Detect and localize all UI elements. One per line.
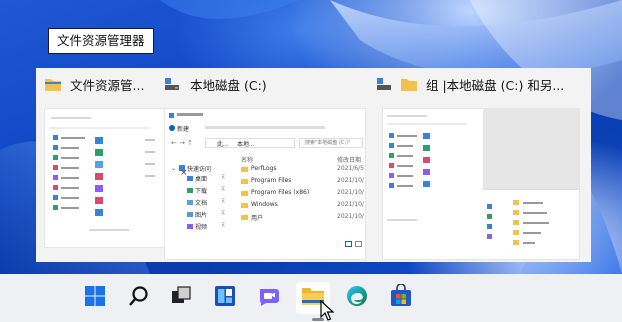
breadcrumb-item: 本地... xyxy=(237,141,255,148)
store-icon xyxy=(389,283,413,312)
quick-access-label: 快速访问 xyxy=(187,166,212,173)
widgets-icon xyxy=(214,285,236,311)
start-button[interactable] xyxy=(78,282,112,314)
edge-icon xyxy=(345,284,369,312)
thumbnail-title: 文件资源管... xyxy=(70,77,145,93)
edge-button[interactable] xyxy=(340,282,374,314)
thumbnail-image-group xyxy=(382,108,580,260)
search-icon xyxy=(128,285,150,311)
store-button[interactable] xyxy=(384,282,418,314)
windows-logo-icon xyxy=(84,285,106,311)
breadcrumb-item: 此... xyxy=(217,141,229,148)
thumbnail-card-3[interactable]: 组 |本地磁盘 (C:) 和另... xyxy=(376,68,591,262)
file-explorer-icon xyxy=(44,76,62,92)
file-row-name: PerfLogs xyxy=(251,165,277,172)
folder-icon xyxy=(400,76,418,92)
file-row-name: Windows xyxy=(251,201,278,208)
mouse-cursor-icon xyxy=(320,299,335,322)
drive-icon xyxy=(164,76,182,92)
chat-button[interactable] xyxy=(252,282,286,314)
task-view-button[interactable] xyxy=(164,282,198,314)
thumbnail-card-2[interactable]: 本地磁盘 (C:) 新建 ← → ↑ 此... 本地... 搜索"本地磁盘 (C… xyxy=(164,68,374,262)
file-row-name: Program Files xyxy=(251,177,292,184)
teams-chat-icon xyxy=(257,285,281,311)
thumbnail-image-drive-c: 新建 ← → ↑ 此... 本地... 搜索"本地磁盘 (C:)" 名称 修改日… xyxy=(164,108,366,260)
nav-item: 桌面 xyxy=(195,176,208,183)
search-button[interactable] xyxy=(122,282,156,314)
close-thumbnail-button[interactable]: × xyxy=(180,168,188,178)
file-row-name: 用户 xyxy=(251,215,264,222)
nav-item: 视频 xyxy=(195,224,208,231)
thumbnail-header: 组 |本地磁盘 (C:) 和另... xyxy=(376,72,564,96)
file-row-date: 2021/10/ xyxy=(337,201,364,208)
column-header-name: 名称 xyxy=(241,157,254,164)
group-folder-icon xyxy=(376,76,394,92)
thumbnail-header: 文件资源管... xyxy=(44,72,144,96)
nav-item: 图片 xyxy=(195,212,208,219)
file-row-date: 2021/6/5 xyxy=(337,165,364,172)
thumbnail-title: 本地磁盘 (C:) xyxy=(190,77,267,93)
file-row-date: 2021/10/ xyxy=(337,189,364,196)
search-placeholder: 搜索"本地磁盘 (C:)" xyxy=(305,140,351,146)
task-view-icon xyxy=(170,285,192,311)
file-row-date: 2021/10/ xyxy=(337,177,364,184)
thumbnail-title: 组 |本地磁盘 (C:) 和另... xyxy=(426,77,565,93)
file-row-date: 2021/10/ xyxy=(337,213,364,220)
thumbnail-header: 本地磁盘 (C:) xyxy=(164,72,267,96)
taskbar-thumbnail-preview: 文件资源管... 本地磁盘 (C:) 新建 ← → ↑ 此... 本地... 搜… xyxy=(36,68,591,262)
taskbar xyxy=(0,274,622,322)
nav-item: 文档 xyxy=(195,200,208,207)
column-header-date: 修改日期 xyxy=(337,157,362,164)
nav-item: 下载 xyxy=(195,188,208,195)
taskbar-tooltip: 文件资源管理器 xyxy=(48,28,154,54)
file-row-name: Program Files (x86) xyxy=(251,189,310,196)
new-button: 新建 xyxy=(177,126,190,133)
widgets-button[interactable] xyxy=(208,282,242,314)
